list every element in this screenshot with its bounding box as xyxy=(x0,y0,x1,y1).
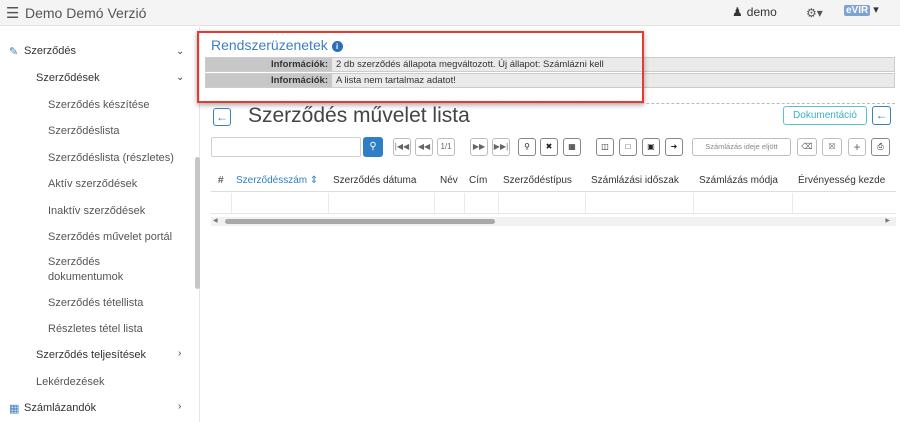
column-separator xyxy=(434,193,435,214)
first-page-icon[interactable]: |◀◀ xyxy=(393,138,411,156)
documentation-button[interactable]: Dokumentáció xyxy=(783,106,867,125)
sidebar-item-szerzodeslista[interactable]: Szerződéslista xyxy=(48,125,120,137)
sidebar-item-szerzodes-keszitese[interactable]: Szerződés készítése xyxy=(48,99,150,111)
document-icon[interactable]: □ xyxy=(619,138,637,156)
calculator-icon[interactable]: ▦ xyxy=(563,138,581,156)
column-header-szamlazas-modja[interactable]: Számlázás módja xyxy=(699,175,778,186)
close-square-icon[interactable]: ☒ xyxy=(822,138,842,156)
highlight-outline xyxy=(197,31,644,103)
column-separator xyxy=(792,193,793,214)
user-name: demo xyxy=(746,5,777,19)
sidebar-item-szerzodes-tetellista[interactable]: Szerződés tétellista xyxy=(48,297,143,309)
sidebar-item-icon-contract: ✎ xyxy=(9,46,19,58)
column-header-szerzodes-datuma[interactable]: Szerződés dátuma xyxy=(333,175,416,186)
column-separator xyxy=(328,193,329,214)
sidebar-item-szamlazandok[interactable]: Számlázandók xyxy=(24,402,96,414)
chevron-right-icon: › xyxy=(178,348,182,359)
column-header-szamlazasi-idoszak[interactable]: Számlázási időszak xyxy=(591,175,679,186)
column-header-szerzodesszam[interactable]: Szerződésszám ⇕ xyxy=(236,175,318,186)
sidebar-item-szerzodes[interactable]: Szerződés xyxy=(24,45,76,57)
user-icon: ♟ xyxy=(732,5,743,19)
column-header-nev[interactable]: Név xyxy=(440,175,458,186)
column-header-label: Szerződésszám xyxy=(236,175,308,186)
horizontal-scrollbar[interactable]: ◀ ▶ xyxy=(211,217,896,226)
add-icon[interactable]: + xyxy=(848,138,866,156)
chevron-right-icon: › xyxy=(178,401,182,412)
column-separator xyxy=(585,193,586,214)
page-indicator: 1/1 xyxy=(437,138,455,156)
hamburger-menu-icon[interactable]: ☰ xyxy=(6,4,19,22)
back-button[interactable]: ← xyxy=(213,108,231,126)
sidebar-item-inaktiv-szerzodesek[interactable]: Inaktív szerződések xyxy=(48,205,145,217)
invoice-icon: ▦ xyxy=(9,403,20,415)
scroll-right-icon[interactable]: ▶ xyxy=(885,217,890,224)
sidebar-item-szerzodeslista-reszletes[interactable]: Szerződéslista (részletes) xyxy=(48,152,174,164)
column-separator xyxy=(693,193,694,214)
settings-gear-icon[interactable]: ⚙▾ xyxy=(806,6,823,20)
sidebar-item-szerzodes-muvelet-portal[interactable]: Szerződés művelet portál xyxy=(48,231,172,243)
export-icon[interactable]: ➜ xyxy=(665,138,683,156)
previous-page-icon[interactable]: ◀◀ xyxy=(415,138,433,156)
scroll-left-icon[interactable]: ◀ xyxy=(213,217,218,224)
column-separator xyxy=(464,193,465,214)
scrollbar-thumb[interactable] xyxy=(225,219,495,224)
top-bar: ☰ Demo Demó Verzió ♟ demo ⚙▾ eVIR ▾ xyxy=(0,0,900,26)
column-header-szerzodestipus[interactable]: Szerződéstípus xyxy=(503,175,572,186)
eraser-icon[interactable]: ⌫ xyxy=(797,138,817,156)
document-b-icon[interactable]: ▣ xyxy=(642,138,660,156)
chevron-down-icon: ⌄ xyxy=(176,46,185,57)
back-arrow-button[interactable]: ← xyxy=(872,106,891,125)
column-separator xyxy=(231,193,232,214)
table-header: # Szerződésszám ⇕ Szerződés dátuma Név C… xyxy=(211,168,896,192)
sidebar-item-szerzodes-dokumentumok-line2[interactable]: dokumentumok xyxy=(48,271,123,283)
clear-filter-icon[interactable]: ✖ xyxy=(540,138,558,156)
last-page-icon[interactable]: ▶▶| xyxy=(492,138,510,156)
chevron-down-icon: ⌄ xyxy=(176,72,185,83)
sort-icon: ⇕ xyxy=(309,175,319,186)
print-icon[interactable]: ⎙ xyxy=(871,138,890,156)
search-button[interactable]: ⚲ xyxy=(363,137,383,157)
next-page-icon[interactable]: ▶▶ xyxy=(470,138,488,156)
column-header-index: # xyxy=(218,175,224,186)
search-input[interactable] xyxy=(211,137,361,157)
sidebar-item-lekerdezesek[interactable]: Lekérdezések xyxy=(36,376,105,388)
sidebar-item-szerzodes-teljesitesek[interactable]: Szerződés teljesítések xyxy=(36,349,146,361)
sidebar-item-aktiv-szerzodesek[interactable]: Aktív szerződések xyxy=(48,178,137,190)
column-header-ervenyesseg-kezdete[interactable]: Érvényesség kezde xyxy=(798,175,885,186)
sidebar-item-szerzodes-dokumentumok[interactable]: Szerződés xyxy=(48,256,100,268)
sidebar: ✎ Szerződés ⌄ Szerződések ⌄ Szerződés ké… xyxy=(0,27,200,422)
column-separator xyxy=(498,193,499,214)
billing-due-button[interactable]: Számlázás ideje eljött xyxy=(692,138,791,156)
table-row xyxy=(211,193,896,214)
page-title: Szerződés művelet lista xyxy=(248,104,470,127)
logo-mark: eVIR xyxy=(844,5,871,16)
user-menu[interactable]: ♟ demo xyxy=(732,5,777,19)
column-header-cim[interactable]: Cím xyxy=(469,175,487,186)
sidebar-scrollbar[interactable] xyxy=(195,157,200,289)
app-title: Demo Demó Verzió xyxy=(25,5,147,21)
sidebar-item-reszletes-tetel-lista[interactable]: Részletes tétel lista xyxy=(48,323,143,335)
sidebar-item-szerzodesek[interactable]: Szerződések xyxy=(36,72,100,84)
app-logo[interactable]: eVIR ▾ xyxy=(844,3,879,16)
copy-icon[interactable]: ◫ xyxy=(596,138,614,156)
search-icon[interactable]: ⚲ xyxy=(518,138,536,156)
